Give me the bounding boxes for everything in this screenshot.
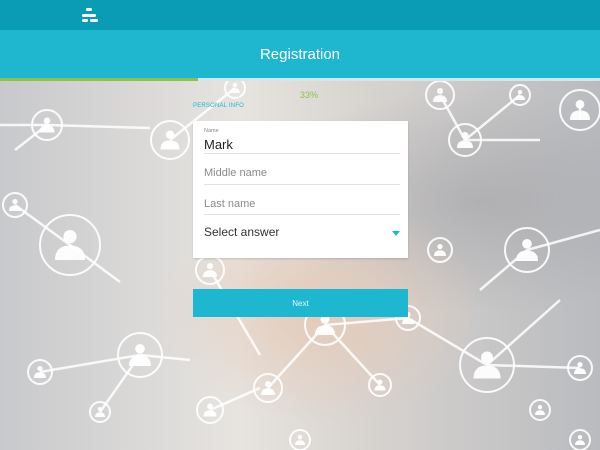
network-node-icon <box>289 429 311 450</box>
person-icon-head <box>43 117 51 125</box>
network-node-icon <box>569 429 591 450</box>
network-node-icon <box>529 399 551 421</box>
middle-name-field[interactable]: Middle name <box>204 156 400 185</box>
last-name-placeholder: Last name <box>204 198 256 210</box>
person-icon-body <box>433 95 447 102</box>
person-icon-head <box>575 100 585 109</box>
answer-select[interactable]: Select answer <box>204 219 400 245</box>
person-icon-body <box>516 250 538 261</box>
progress-percent: 33% <box>300 90 319 100</box>
person-icon-head <box>165 130 175 139</box>
person-icon-body <box>160 140 180 150</box>
person-icon-head <box>264 381 272 388</box>
network-node-icon <box>427 237 453 263</box>
person-icon-head <box>461 132 469 140</box>
person-icon-head <box>436 88 444 95</box>
person-icon-head <box>12 199 18 205</box>
person-icon-body <box>575 440 585 445</box>
person-icon-body <box>434 250 446 256</box>
person-icon-head <box>97 407 103 412</box>
person-icon-head <box>577 362 583 368</box>
person-icon-head <box>37 366 43 372</box>
name-field-label: Name <box>204 128 219 134</box>
page-title: Registration <box>259 45 341 63</box>
person-icon-body <box>203 410 217 417</box>
person-icon-body <box>457 140 473 148</box>
answer-select-value: Select answer <box>204 225 280 239</box>
person-icon-head <box>481 351 493 364</box>
middle-name-placeholder: Middle name <box>204 167 267 179</box>
person-icon-head <box>522 239 532 249</box>
person-icon-head <box>297 435 303 440</box>
last-name-field[interactable]: Last name <box>204 187 400 215</box>
person-icon-body <box>535 410 545 415</box>
person-icon-body <box>473 365 501 379</box>
person-icon-body <box>203 270 217 277</box>
person-icon-head <box>232 83 238 88</box>
name-field-value: Mark <box>204 137 233 152</box>
person-icon-body <box>9 205 21 211</box>
person-icon-head <box>537 405 543 410</box>
person-icon-body <box>230 88 240 93</box>
person-icon-body <box>374 385 386 391</box>
person-icon-body <box>95 412 105 417</box>
person-icon-head <box>207 403 213 410</box>
top-bar <box>0 0 600 30</box>
person-icon-body <box>55 245 85 260</box>
section-label: PERSONAL INFO <box>193 103 245 109</box>
person-icon-head <box>377 379 383 385</box>
app-logo-icon <box>82 8 98 22</box>
person-icon-head <box>63 230 77 244</box>
next-button[interactable]: Next <box>193 289 408 317</box>
person-icon-head <box>206 263 214 270</box>
person-icon-body <box>261 388 275 395</box>
person-icon-head <box>437 244 443 250</box>
person-icon-body <box>295 440 305 445</box>
person-icon-head <box>577 435 583 440</box>
person-icon-body <box>34 372 46 378</box>
name-field[interactable]: Name Mark <box>204 128 400 154</box>
person-icon-body <box>315 325 335 335</box>
person-icon-head <box>517 90 523 95</box>
person-icon-head <box>135 344 145 354</box>
person-icon-body <box>570 110 590 120</box>
person-icon-body <box>515 95 525 100</box>
page-header: Registration <box>0 30 600 78</box>
chevron-down-icon[interactable] <box>392 231 400 236</box>
registration-form: Name Mark Middle name Last name Select a… <box>193 121 408 258</box>
